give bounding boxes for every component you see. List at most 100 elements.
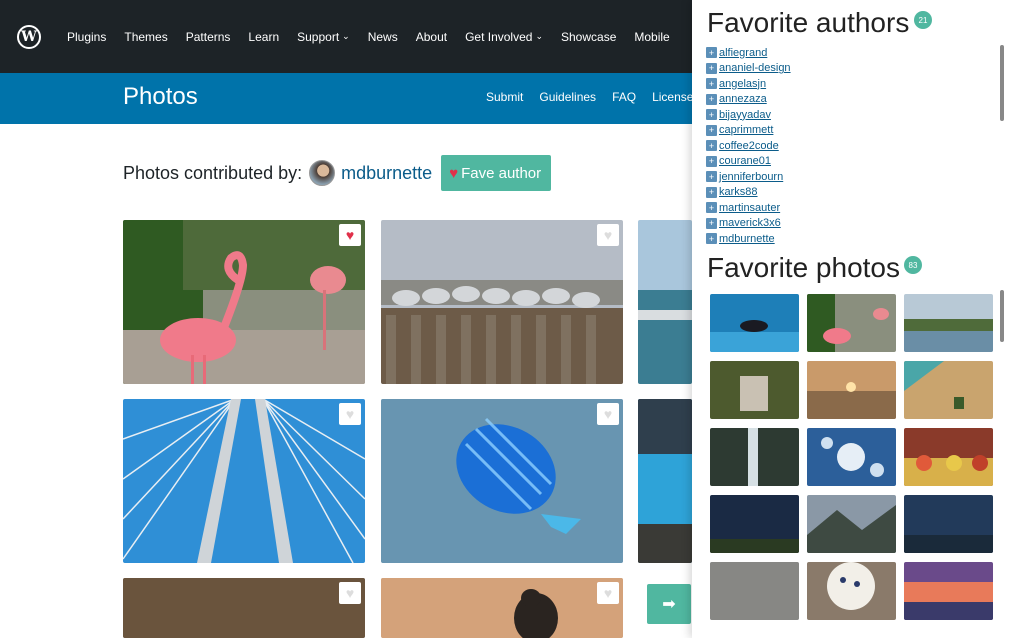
photo-card-bridge[interactable]: ♥	[123, 399, 365, 563]
favorite-authors-title: Favorite authors	[707, 7, 910, 38]
photo-card-fish[interactable]: ♥	[381, 399, 623, 563]
favorite-toggle[interactable]: ♥	[339, 224, 361, 246]
author-link[interactable]: annezaza	[719, 93, 767, 105]
favorite-photo-thumb[interactable]	[710, 294, 799, 352]
nav-showcase[interactable]: Showcase	[561, 30, 616, 44]
favorite-toggle[interactable]: ♥	[597, 403, 619, 425]
license-link[interactable]: License	[652, 90, 693, 104]
favorite-toggle[interactable]: ♥	[597, 224, 619, 246]
photo-card-aquarium[interactable]	[638, 399, 692, 563]
nav-news[interactable]: News	[368, 30, 398, 44]
wordpress-logo-icon[interactable]: W	[17, 24, 41, 49]
nav-learn[interactable]: Learn	[248, 30, 279, 44]
authors-count-badge: 21	[914, 11, 932, 29]
contributor-label: Photos contributed by:	[123, 162, 303, 183]
photo-card-waterfront[interactable]	[638, 220, 692, 384]
favorite-photo-thumb[interactable]	[807, 495, 896, 553]
plus-icon: +	[706, 186, 717, 198]
plus-icon: +	[706, 109, 717, 121]
favorite-toggle[interactable]: ♥	[339, 582, 361, 604]
nav-get-involved[interactable]: Get Involved ⌄	[465, 30, 543, 44]
plus-icon: +	[706, 217, 717, 229]
favorite-photo-thumb[interactable]	[807, 562, 896, 620]
photos-scrollbar[interactable]	[1000, 290, 1004, 342]
author-link[interactable]: mdburnette	[719, 233, 775, 245]
list-item[interactable]: + maverick3x6	[706, 216, 996, 232]
thumb-image	[904, 562, 993, 620]
favorite-toggle[interactable]: ♥	[339, 403, 361, 425]
fish-photo	[381, 399, 623, 563]
authors-scrollbar[interactable]	[1000, 45, 1004, 121]
photo-card-flamingo[interactable]: ♥	[123, 220, 365, 384]
avatar[interactable]	[309, 160, 336, 186]
author-link[interactable]: karks88	[719, 186, 758, 198]
nav-label: About	[415, 29, 448, 44]
favorite-photo-thumb[interactable]	[904, 361, 993, 419]
list-item[interactable]: + courane01	[706, 154, 996, 170]
fave-author-button[interactable]: ♥ Fave author	[441, 155, 552, 191]
thumb-image	[710, 361, 799, 419]
plus-icon: +	[706, 62, 717, 74]
nav-mobile[interactable]: Mobile	[634, 30, 669, 44]
favorite-photo-thumb[interactable]	[710, 495, 799, 553]
author-link[interactable]: caprimmett	[719, 124, 773, 136]
author-link[interactable]: angelasjn	[719, 78, 766, 90]
author-link[interactable]: jenniferbourn	[719, 171, 783, 183]
heart-icon: ♥	[603, 406, 613, 422]
nav-support[interactable]: Support ⌄	[297, 30, 350, 44]
seagulls-photo	[381, 220, 623, 384]
nav-label: Get Involved	[465, 29, 533, 44]
list-item[interactable]: + karks88	[706, 185, 996, 201]
list-item[interactable]: + annezaza	[706, 92, 996, 108]
list-item[interactable]: + caprimmett	[706, 123, 996, 139]
list-item[interactable]: + martinsauter	[706, 200, 996, 216]
favorites-panel: Favorite authors 21 + alfiegrand + ananiel…	[692, 0, 1020, 638]
author-link[interactable]: maverick3x6	[719, 217, 781, 229]
photo-card-bird-sunset[interactable]: ♥	[381, 578, 623, 638]
submit-link[interactable]: Submit	[486, 90, 523, 104]
author-link[interactable]: courane01	[719, 155, 771, 167]
favorite-photo-thumb[interactable]	[904, 495, 993, 553]
list-item[interactable]: + angelasjn	[706, 76, 996, 92]
favorite-toggle[interactable]: ♥	[597, 582, 619, 604]
nav-themes[interactable]: Themes	[124, 30, 167, 44]
list-item[interactable]: + coffee2code	[706, 138, 996, 154]
favorite-photo-thumb[interactable]	[710, 361, 799, 419]
author-link[interactable]: martinsauter	[719, 202, 780, 214]
contributor-username[interactable]: mdburnette	[341, 163, 432, 184]
author-link[interactable]: coffee2code	[719, 140, 779, 152]
favorite-photo-thumb[interactable]	[904, 294, 993, 352]
favorite-photo-thumb[interactable]	[807, 428, 896, 486]
author-link[interactable]: bijayyadav	[719, 109, 771, 121]
heart-icon: ♥	[345, 585, 355, 601]
nav-patterns[interactable]: Patterns	[186, 30, 231, 44]
favorite-photo-thumb[interactable]	[807, 294, 896, 352]
nav-about[interactable]: About	[416, 30, 447, 44]
favorite-photo-thumb[interactable]	[904, 428, 993, 486]
favorite-photo-thumb[interactable]	[807, 361, 896, 419]
list-item[interactable]: + bijayyadav	[706, 107, 996, 123]
list-item[interactable]: + jenniferbourn	[706, 169, 996, 185]
favorite-photo-thumb[interactable]	[904, 562, 993, 620]
favorite-photo-thumb[interactable]	[710, 428, 799, 486]
heart-icon: ♥	[603, 585, 613, 601]
photo-card-seagulls[interactable]: ♥	[381, 220, 623, 384]
favorite-authors-list: + alfiegrand + ananiel-design + angelasjn +…	[706, 45, 996, 247]
author-link[interactable]: alfiegrand	[719, 47, 767, 59]
nav-label: Plugins	[67, 29, 107, 44]
list-item[interactable]: + mdburnette	[706, 231, 996, 247]
favorite-photo-thumb[interactable]	[710, 562, 799, 620]
nav-plugins[interactable]: Plugins	[67, 30, 106, 44]
faq-link[interactable]: FAQ	[612, 90, 636, 104]
author-link[interactable]: ananiel-design	[719, 62, 791, 74]
chevron-down-icon: ⌄	[342, 31, 350, 41]
next-page-button[interactable]: ➡	[647, 584, 691, 624]
photo-card-grass[interactable]: ♥	[123, 578, 365, 638]
list-item[interactable]: + ananiel-design	[706, 61, 996, 77]
guidelines-link[interactable]: Guidelines	[539, 90, 596, 104]
section-title[interactable]: Photos	[123, 83, 198, 111]
list-item[interactable]: + alfiegrand	[706, 45, 996, 61]
nav-label: Mobile	[634, 29, 670, 44]
nav-label: News	[367, 29, 398, 44]
nav-label: Support	[297, 29, 340, 44]
